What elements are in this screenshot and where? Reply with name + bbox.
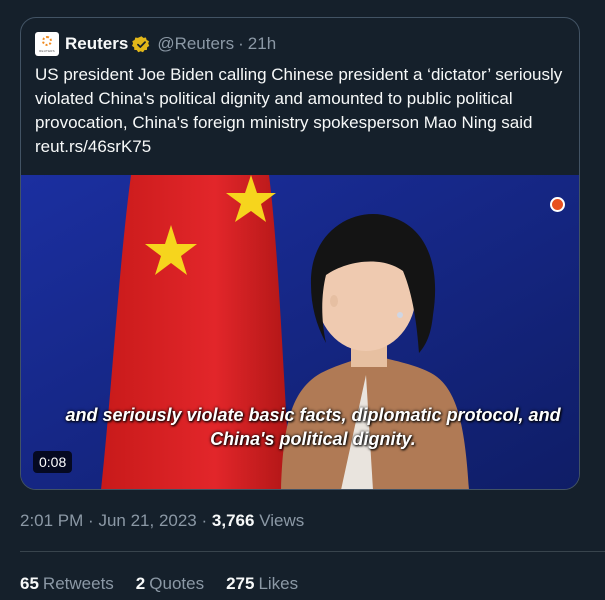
tweet-date[interactable]: Jun 21, 2023 (98, 511, 196, 530)
retweets-count: 65 (20, 574, 39, 593)
divider (20, 551, 605, 552)
retweets-label: Retweets (42, 574, 114, 593)
display-name[interactable]: Reuters (65, 34, 128, 54)
avatar-label: REUTERS (39, 49, 55, 53)
quotes-stat[interactable]: 2 Quotes (136, 571, 204, 597)
quotes-count: 2 (135, 574, 146, 593)
likes-count: 275 (226, 574, 255, 593)
video-caption: and seriously violate basic facts, diplo… (65, 405, 561, 449)
video-player[interactable]: and seriously violate basic facts, diplo… (21, 175, 579, 489)
likes-label: Likes (258, 574, 299, 593)
tweet-text: US president Joe Biden calling Chinese p… (35, 65, 563, 156)
video-duration: 0:08 (33, 451, 73, 473)
meta-separator: · (201, 511, 208, 530)
tweet-time[interactable]: 21h (248, 34, 276, 54)
views-count: 3,766 (211, 511, 255, 530)
avatar[interactable]: REUTERS (35, 32, 59, 56)
user-handle[interactable]: @Reuters (157, 34, 234, 54)
tweet-timestamp[interactable]: 2:01 PM (20, 511, 83, 530)
views-label: Views (259, 511, 305, 530)
quotes-label: Quotes (149, 574, 205, 593)
retweets-stat[interactable]: 65 Retweets (20, 571, 114, 597)
quoted-tweet-card[interactable]: REUTERS Reuters @Reuters · 21h US presid… (20, 17, 580, 490)
likes-stat[interactable]: 275 Likes (226, 571, 298, 597)
meta-separator: · (88, 511, 94, 530)
reuters-logo-icon (42, 36, 52, 46)
live-indicator-icon (550, 197, 565, 212)
engagement-stats: 65 Retweets 2 Quotes 275 Likes (20, 571, 298, 597)
verified-badge-icon (132, 35, 150, 52)
header-separator: · (238, 34, 244, 53)
tweet-header: REUTERS Reuters @Reuters · 21h (35, 31, 276, 57)
tweet-meta: 2:01 PM · Jun 21, 2023 · 3,766 Views (20, 508, 304, 534)
